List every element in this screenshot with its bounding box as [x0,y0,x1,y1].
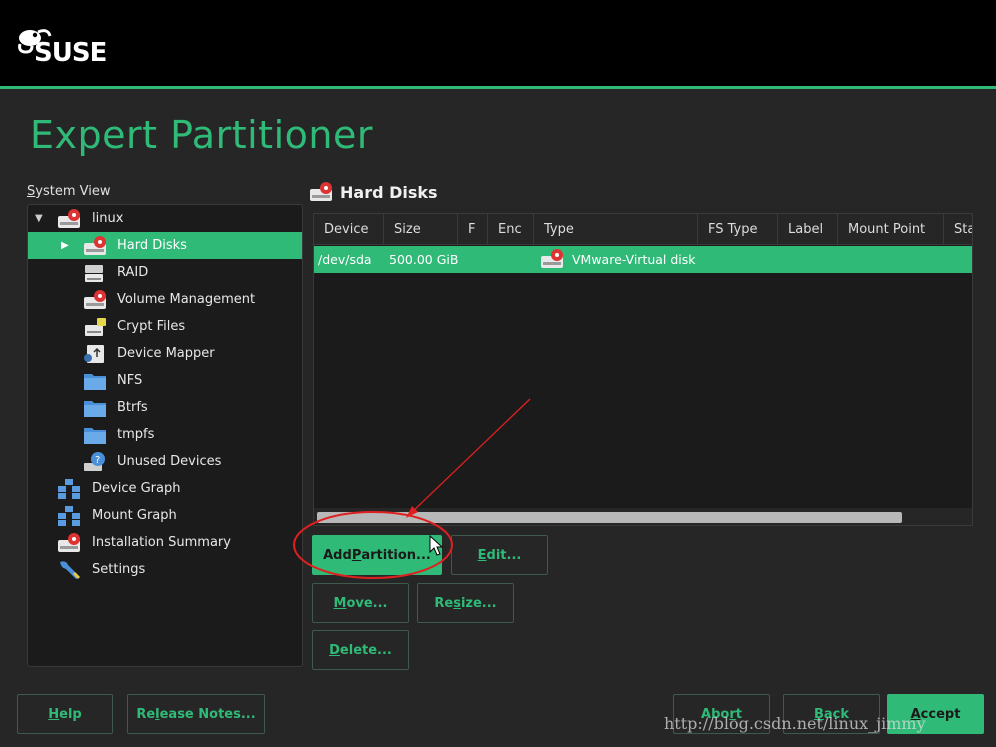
svg-text:?: ? [95,455,100,466]
unused-devices-icon: ? [84,451,105,471]
tree-item-label: linux [92,211,124,226]
tree-item-mount-graph[interactable]: Mount Graph [28,502,302,529]
column-header-status[interactable]: Sta [944,214,972,245]
tree-item-raid[interactable]: RAID [28,259,302,286]
tree-item-label: Crypt Files [117,319,186,334]
graph-icon [58,478,80,499]
tree-item-btrfs[interactable]: Btrfs [28,394,302,421]
column-header-fs-type[interactable]: FS Type [698,214,778,245]
tree-item-label: NFS [117,373,143,388]
column-header-label[interactable]: Label [778,214,838,245]
collapsed-arrow-icon[interactable]: ▶ [61,240,69,251]
hard-disk-icon [310,182,332,201]
tree-item-label: Volume Management [117,292,256,307]
table-header: Device Size F Enc Type FS Type Label Mou… [314,214,972,245]
table-row[interactable]: /dev/sda 500.00 GiB VMware-Virtual disk [314,246,972,273]
annotation-arrow-icon [406,398,531,518]
main-content: Expert Partitioner System View ▼ linux ▶… [0,89,996,747]
move-button[interactable]: Move... [312,583,409,623]
folder-icon [84,373,106,390]
delete-button[interactable]: Delete... [312,630,409,670]
raid-icon [85,264,103,282]
hard-disk-icon [541,249,563,268]
graph-icon [58,505,80,526]
column-header-type[interactable]: Type [534,214,698,245]
device-mapper-icon [84,344,104,363]
wrench-icon [60,560,81,579]
column-header-enc[interactable]: Enc [488,214,534,245]
resize-button[interactable]: Re s ize... [417,583,514,623]
watermark-text: http://blog.csdn.net/linux_jimmy [664,714,926,733]
cell-type: VMware-Virtual disk [572,252,696,267]
tree-item-unused-devices[interactable]: ? Unused Devices [28,448,302,475]
hard-disk-icon [84,235,106,255]
tree-item-installation-summary[interactable]: Installation Summary [28,529,302,556]
tree-item-volume-management[interactable]: Volume Management [28,286,302,313]
hard-disk-icon [58,208,80,228]
column-header-f[interactable]: F [458,214,488,245]
tree-item-label: Btrfs [117,400,148,415]
column-header-device[interactable]: Device [314,214,384,245]
mouse-cursor-icon [429,535,444,556]
column-header-size[interactable]: Size [384,214,458,245]
folder-icon [84,427,106,444]
tree-item-label: RAID [117,265,149,280]
summary-icon [58,532,80,552]
release-notes-button[interactable]: Re l ease Notes... [127,694,265,734]
tree-item-device-mapper[interactable]: Device Mapper [28,340,302,367]
tree-item-linux[interactable]: ▼ linux [28,205,302,232]
tree-item-label: tmpfs [117,427,155,442]
tree-item-tmpfs[interactable]: tmpfs [28,421,302,448]
help-button[interactable]: Help [17,694,113,734]
tree-item-label: Device Graph [92,481,181,496]
tree-item-label: Unused Devices [117,454,222,469]
edit-button[interactable]: Edit... [451,535,548,575]
tree-item-device-graph[interactable]: Device Graph [28,475,302,502]
column-header-mount-point[interactable]: Mount Point [838,214,944,245]
tree-item-hard-disks[interactable]: ▶ Hard Disks [28,232,302,259]
volume-management-icon [84,289,106,309]
expanded-arrow-icon[interactable]: ▼ [35,213,43,224]
tree-item-crypt-files[interactable]: Crypt Files [28,313,302,340]
system-view-tree[interactable]: ▼ linux ▶ Hard Disks RAID Volume Managem… [27,204,303,667]
suse-logo-text: SUSE [34,38,107,68]
cell-device: /dev/sda [318,252,372,267]
folder-icon [84,400,106,417]
tree-item-settings[interactable]: Settings [28,556,302,583]
hard-disks-heading: Hard Disks [308,181,438,203]
tree-item-nfs[interactable]: NFS [28,367,302,394]
system-view-label: System View [27,184,111,199]
tree-item-label: Mount Graph [92,508,177,523]
tree-item-label: Hard Disks [117,238,187,253]
tree-item-label: Settings [92,562,146,577]
cell-size: 500.00 GiB [389,252,459,267]
top-banner: SUSE [0,0,996,86]
tree-item-label: Device Mapper [117,346,215,361]
crypt-files-icon [85,317,106,336]
tree-item-label: Installation Summary [92,535,231,550]
page-title: Expert Partitioner [30,113,373,157]
hard-disks-title: Hard Disks [340,182,438,202]
